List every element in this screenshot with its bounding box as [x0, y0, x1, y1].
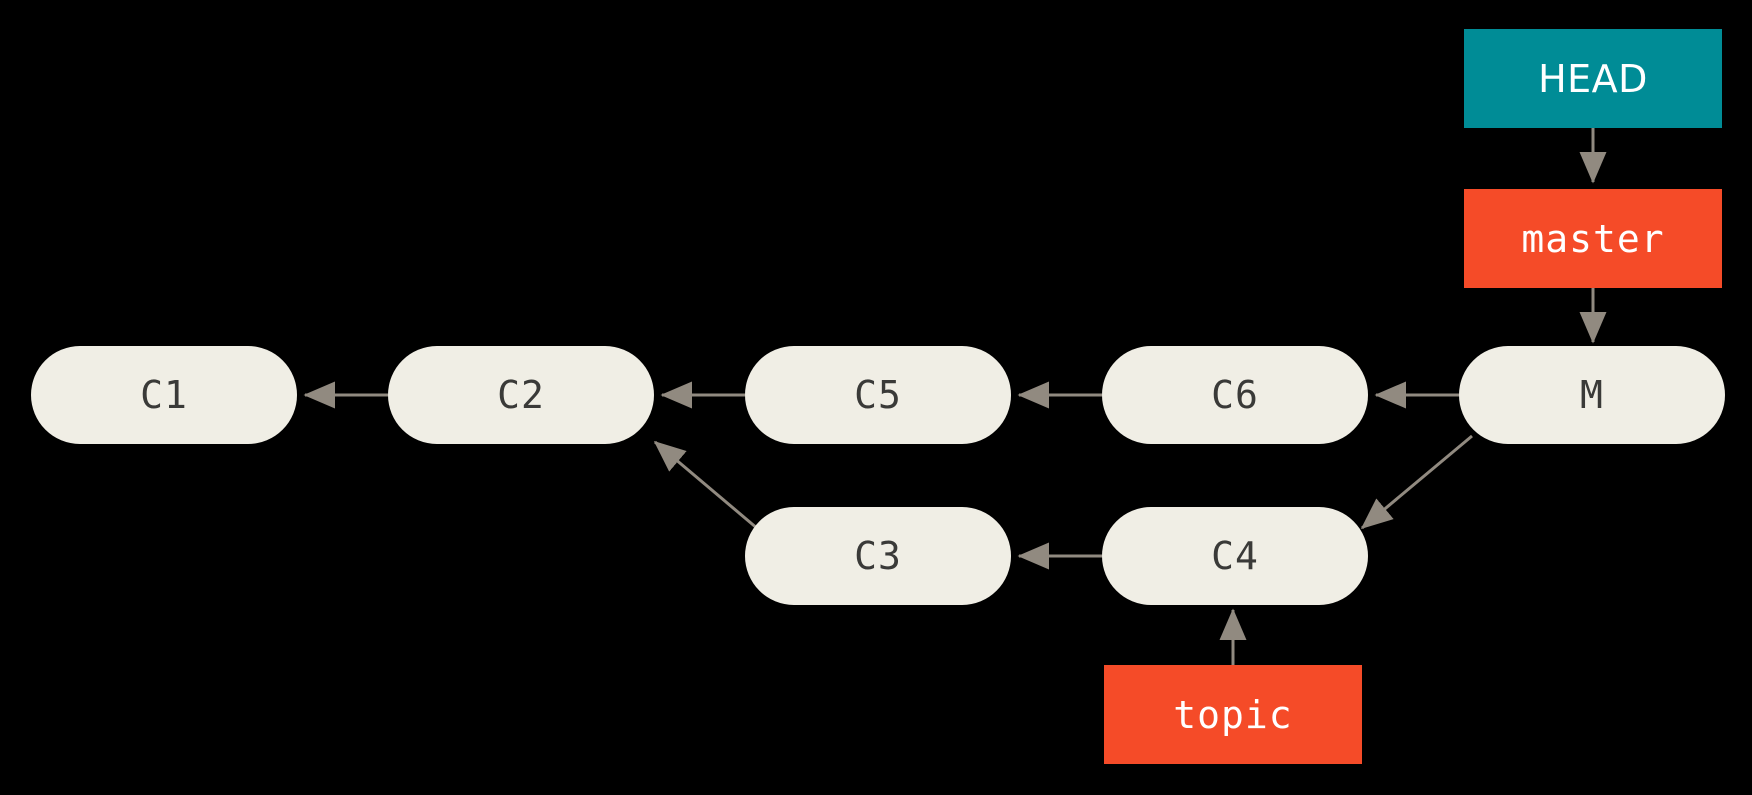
edge-m-to-c4: [1360, 434, 1473, 530]
commit-node-c3[interactable]: C3: [745, 507, 1011, 605]
ref-label-master[interactable]: master: [1464, 189, 1722, 288]
commit-node-m[interactable]: M: [1459, 346, 1725, 444]
ref-label-text: HEAD: [1538, 56, 1648, 101]
edge-c3-to-c2: [653, 440, 759, 531]
commit-label: C6: [1211, 373, 1259, 417]
commit-node-c2[interactable]: C2: [388, 346, 654, 444]
ref-label-text: topic: [1173, 692, 1293, 737]
commit-label: C4: [1211, 534, 1259, 578]
commit-node-c1[interactable]: C1: [31, 346, 297, 444]
commit-node-c5[interactable]: C5: [745, 346, 1011, 444]
commit-node-c6[interactable]: C6: [1102, 346, 1368, 444]
commit-label: M: [1580, 373, 1604, 417]
commit-label: C5: [854, 373, 902, 417]
ref-label-text: master: [1521, 216, 1665, 261]
ref-label-topic[interactable]: topic: [1104, 665, 1362, 764]
diagram-canvas: C1 C2 C5 C6 M C3 C4 HEAD master topic: [0, 0, 1752, 795]
commit-label: C2: [497, 373, 545, 417]
commit-label: C3: [854, 534, 902, 578]
ref-label-head[interactable]: HEAD: [1464, 29, 1722, 128]
commit-node-c4[interactable]: C4: [1102, 507, 1368, 605]
commit-label: C1: [140, 373, 188, 417]
